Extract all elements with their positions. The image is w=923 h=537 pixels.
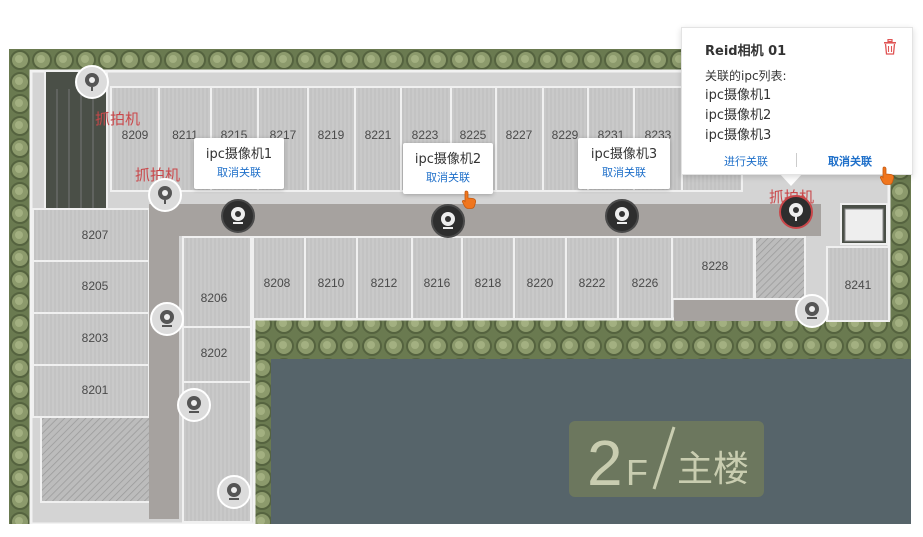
link-button[interactable]: 进行关联: [724, 153, 768, 169]
snapshot-camera-marker[interactable]: [148, 178, 182, 212]
room-label: 8201: [82, 383, 109, 397]
ipc-camera-name: ipc摄像机2: [414, 152, 482, 167]
unlink-all-button[interactable]: 取消关联: [828, 153, 872, 169]
ipc-camera-name: ipc摄像机3: [590, 147, 658, 162]
floor-unit: F: [626, 452, 648, 493]
ipc-camera-tooltip: ipc摄像机3 取消关联: [578, 138, 670, 189]
webcam-icon: [231, 207, 245, 224]
associated-ipc-item: ipc摄像机2: [705, 108, 772, 123]
room-label: 8202: [201, 346, 228, 360]
room-label: 8225: [460, 128, 487, 142]
unlink-button[interactable]: 取消关联: [578, 166, 670, 180]
snap-camera-label: 抓拍机: [95, 110, 140, 128]
ipc-camera-tooltip: ipc摄像机1 取消关联: [194, 138, 284, 189]
webcam-icon: [805, 302, 819, 319]
hand-pointer-icon: [460, 190, 480, 214]
room-label: 8216: [424, 276, 451, 290]
room-label: 8241: [845, 278, 872, 292]
webcam-icon: [187, 396, 201, 413]
action-divider: [796, 153, 797, 167]
webcam-icon: [227, 483, 241, 500]
floor-number: 2: [587, 427, 623, 499]
webcam-icon: [441, 212, 455, 229]
ipc-camera-marker[interactable]: [221, 199, 255, 233]
ipc-camera-marker[interactable]: [177, 388, 211, 422]
webcam-icon: [615, 207, 629, 224]
room-label: 8229: [552, 128, 579, 142]
associated-ipc-item: ipc摄像机1: [705, 88, 772, 103]
room-label: 8226: [632, 276, 659, 290]
room-label: 8223: [412, 128, 439, 142]
room-label: 8228: [702, 259, 729, 273]
room-label: 8222: [579, 276, 606, 290]
ipc-camera-marker[interactable]: [795, 294, 829, 328]
room-label: 8203: [82, 331, 109, 345]
webcam-icon: [160, 310, 174, 327]
room-label: 8227: [506, 128, 533, 142]
camera-pin-icon: [789, 203, 803, 221]
room-label: 8209: [122, 128, 149, 142]
room-label: 8221: [365, 128, 392, 142]
ipc-camera-marker[interactable]: [217, 475, 251, 509]
room-label: 8206: [201, 291, 228, 305]
room-label: 8205: [82, 279, 109, 293]
associated-ipc-label: 关联的ipc列表:: [705, 69, 787, 83]
camera-pin-icon: [85, 73, 99, 91]
room-label: 8208: [264, 276, 291, 290]
ipc-camera-name: ipc摄像机1: [205, 147, 273, 162]
ipc-camera-marker[interactable]: [150, 302, 184, 336]
snapshot-camera-marker[interactable]: [75, 65, 109, 99]
reid-camera-popup: Reid相机 01 关联的ipc列表: ipc摄像机1 ipc摄像机2 ipc摄…: [681, 27, 913, 175]
ipc-camera-tooltip: ipc摄像机2 取消关联: [403, 143, 493, 194]
hand-pointer-icon: [878, 166, 898, 190]
room-label: 8219: [318, 128, 345, 142]
room-label: 8220: [527, 276, 554, 290]
room-label: 8207: [82, 228, 109, 242]
popup-title: Reid相机 01: [705, 44, 787, 59]
unlink-button[interactable]: 取消关联: [194, 166, 284, 180]
trash-icon[interactable]: [883, 38, 897, 59]
room-label: 8218: [475, 276, 502, 290]
associated-ipc-item: ipc摄像机3: [705, 128, 772, 143]
reid-camera-marker[interactable]: [779, 195, 813, 229]
unlink-button[interactable]: 取消关联: [403, 171, 493, 185]
room-label: 8212: [371, 276, 398, 290]
ipc-camera-marker[interactable]: [605, 199, 639, 233]
building-name: 主楼: [677, 448, 749, 489]
camera-pin-icon: [158, 186, 172, 204]
room-label: 8210: [318, 276, 345, 290]
